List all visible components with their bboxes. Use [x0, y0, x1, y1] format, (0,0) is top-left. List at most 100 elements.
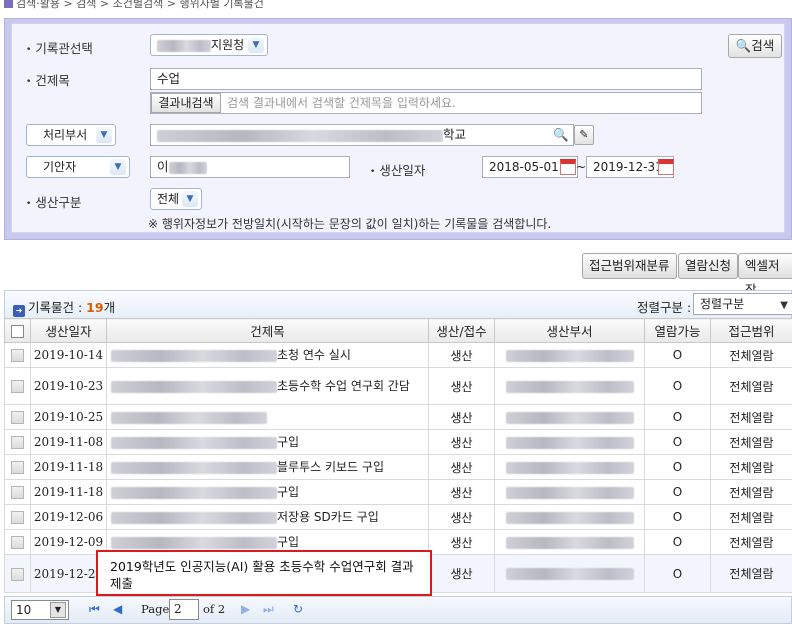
table-row[interactable]: 2019-10-23 초등수학 수업 연구회 간담 생산 O 전체열람 — [4, 367, 792, 405]
drafter-select[interactable]: 기안자 ▼ — [26, 156, 130, 178]
cell-dept — [494, 404, 645, 430]
table-row[interactable]: 2019-12-06 저장용 SD카드 구입 생산 O 전체열람 — [4, 504, 792, 530]
col-header-scope[interactable]: 접근범위 — [710, 318, 792, 343]
row-checkbox[interactable] — [11, 461, 24, 474]
dept-input[interactable]: 학교 🔍 — [150, 124, 574, 146]
in-results-button[interactable]: 결과내검색 — [151, 93, 221, 113]
next-page-icon[interactable]: ▶ — [241, 602, 250, 616]
view-request-button[interactable]: 열람신청 — [678, 253, 739, 279]
agency-value: 지원청 — [211, 38, 245, 52]
cell-title[interactable]: 구입 — [106, 429, 429, 455]
cell-date: 2019-10-25 — [30, 404, 107, 430]
first-page-icon[interactable]: ⏮ — [89, 602, 100, 617]
row-checkbox-cell[interactable] — [4, 554, 31, 593]
row-checkbox-cell[interactable] — [4, 342, 31, 368]
in-results-input[interactable]: 검색 결과내에서 검색할 건제목을 입력하세요. — [150, 92, 702, 114]
dept-select[interactable]: 처리부서 ▼ — [26, 124, 116, 146]
page-size-select[interactable]: 10 ▼ — [11, 600, 69, 620]
calendar-icon[interactable] — [658, 159, 674, 175]
cell-scope: 전체열람 — [710, 404, 792, 430]
highlighted-record-title[interactable]: 2019학년도 인공지능(AI) 활용 초등수학 수업연구회 결과 제출 — [110, 558, 428, 592]
highlight-annotation-box: 2019학년도 인공지능(AI) 활용 초등수학 수업연구회 결과 제출 — [96, 550, 432, 596]
cell-open: O — [644, 504, 711, 530]
calendar-icon[interactable] — [560, 159, 576, 175]
sort-select[interactable]: 정렬구분 ▼ — [693, 293, 792, 315]
cell-title-text: 초등수학 수업 연구회 간담 — [277, 379, 410, 393]
cell-open: O — [644, 554, 711, 593]
cell-type: 생산 — [428, 554, 495, 593]
col-header-date[interactable]: 생산일자 — [30, 318, 107, 343]
refresh-icon[interactable]: ↻ — [293, 602, 303, 616]
row-checkbox[interactable] — [11, 536, 24, 549]
cell-date: 2019-11-18 — [30, 454, 107, 480]
type-label: 생산구분 — [26, 192, 81, 211]
row-checkbox[interactable] — [11, 567, 24, 581]
row-checkbox-cell[interactable] — [4, 429, 31, 455]
redacted-text — [505, 486, 634, 499]
row-checkbox-cell[interactable] — [4, 479, 31, 505]
row-checkbox[interactable] — [11, 486, 24, 499]
search-note: ※ 행위자정보가 전방일치(시작하는 문장의 값이 일치)하는 기록물을 검색합… — [148, 217, 552, 231]
page-number-input[interactable]: 2 — [169, 599, 199, 620]
excel-export-button[interactable]: 엑셀저장 — [738, 253, 792, 297]
cell-open: O — [644, 404, 711, 430]
date-separator: ~ — [576, 160, 587, 174]
title-input[interactable]: 수업 — [150, 68, 702, 90]
chevron-down-icon: ▼ — [50, 602, 66, 618]
search-button[interactable]: 🔍검색 — [728, 34, 782, 58]
type-select[interactable]: 전체 ▼ — [150, 188, 202, 210]
drafter-value: 이 — [157, 159, 169, 174]
redacted-text — [505, 436, 634, 449]
reclassify-button[interactable]: 접근범위재분류 — [582, 253, 677, 279]
row-checkbox[interactable] — [11, 411, 24, 424]
cell-title[interactable]: 저장용 SD카드 구입 — [106, 504, 429, 530]
table-row[interactable]: 2019-11-18 블루투스 키보드 구입 생산 O 전체열람 — [4, 454, 792, 480]
row-checkbox[interactable] — [11, 349, 24, 362]
row-checkbox-cell[interactable] — [4, 529, 31, 555]
col-header-open[interactable]: 열람가능 — [644, 318, 711, 343]
cell-open: O — [644, 429, 711, 455]
row-checkbox-cell[interactable] — [4, 454, 31, 480]
prev-page-icon[interactable]: ◀ — [113, 602, 122, 616]
cell-title[interactable]: 초등수학 수업 연구회 간담 — [106, 367, 429, 405]
cell-dept — [494, 529, 645, 555]
table-row[interactable]: 2019-11-18 구입 생산 O 전체열람 — [4, 479, 792, 505]
cell-title[interactable]: 구입 — [106, 479, 429, 505]
dept-value: 학교 — [443, 127, 467, 142]
table-row[interactable]: 2019-10-25 생산 O 전체열람 — [4, 404, 792, 430]
breadcrumb: 검색·활용 > 검색 > 조건별검색 > 행위자별 기록물건 — [0, 0, 792, 12]
select-all-checkbox[interactable] — [11, 325, 24, 338]
col-header-type[interactable]: 생산/접수 — [428, 318, 495, 343]
col-header-dept[interactable]: 생산부서 — [494, 318, 645, 343]
page-size-value: 10 — [16, 603, 32, 617]
row-checkbox-cell[interactable] — [4, 504, 31, 530]
page-label: Page — [141, 602, 170, 616]
cell-title-text: 블루투스 키보드 구입 — [277, 460, 384, 474]
search-icon[interactable]: 🔍 — [553, 125, 569, 145]
redacted-text — [505, 349, 634, 362]
row-checkbox-cell[interactable] — [4, 367, 31, 405]
table-row[interactable]: 2019-11-08 구입 생산 O 전체열람 — [4, 429, 792, 455]
table-row[interactable]: 2019-10-14 초청 연수 실시 생산 O 전체열람 — [4, 342, 792, 368]
cell-title-text: 구입 — [277, 535, 300, 549]
eraser-icon[interactable]: ✎ — [574, 125, 594, 145]
row-checkbox[interactable] — [11, 436, 24, 449]
cell-title[interactable] — [106, 404, 429, 430]
row-checkbox[interactable] — [11, 511, 24, 524]
cell-date: 2019-10-23 — [30, 367, 107, 405]
last-page-icon[interactable]: ⏭ — [263, 602, 274, 617]
row-checkbox-cell[interactable] — [4, 404, 31, 430]
redacted-text — [111, 349, 277, 362]
col-header-title[interactable]: 건제목 — [106, 318, 429, 343]
select-all-cell[interactable] — [4, 318, 31, 343]
drafter-input[interactable]: 이 — [150, 156, 350, 178]
agency-select[interactable]: 지원청 ▼ — [150, 34, 268, 56]
page-total-label: of 2 — [203, 602, 226, 616]
cell-title[interactable]: 초청 연수 실시 — [106, 342, 429, 368]
row-checkbox[interactable] — [11, 380, 24, 393]
record-count: 19 — [86, 300, 104, 315]
cell-type: 생산 — [428, 342, 495, 368]
cell-type: 생산 — [428, 504, 495, 530]
redacted-text — [111, 380, 277, 393]
cell-title[interactable]: 블루투스 키보드 구입 — [106, 454, 429, 480]
